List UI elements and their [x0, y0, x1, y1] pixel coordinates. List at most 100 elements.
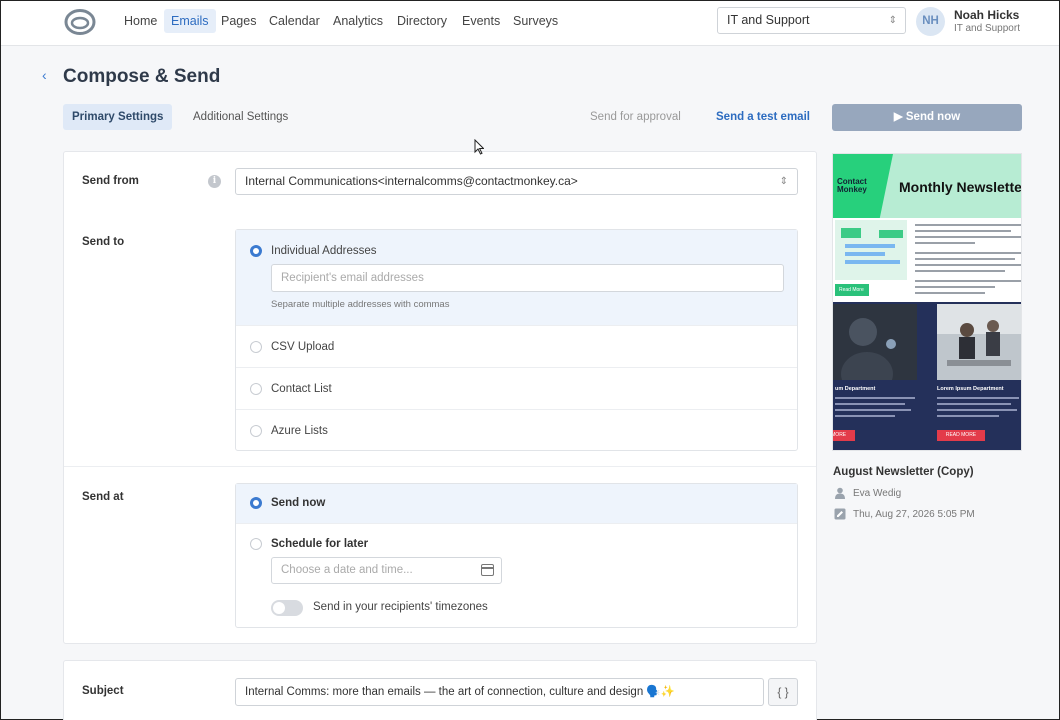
timezone-toggle-label: Send in your recipients' timezones: [313, 601, 488, 613]
preview-text-line: [915, 236, 1021, 238]
divider: [64, 466, 816, 467]
preview-title: Monthly Newsletter: [899, 179, 1022, 195]
option-label: Send now: [271, 497, 326, 509]
preview-text-line: [915, 280, 1021, 282]
chevron-left-icon[interactable]: ‹: [42, 67, 47, 83]
preview-text-line: [915, 230, 1011, 232]
org-select-value: IT and Support: [727, 13, 810, 27]
contactmonkey-logo-icon[interactable]: [64, 9, 96, 35]
recipient-email-input[interactable]: Recipient's email addresses: [271, 264, 784, 292]
preview-text-line: [915, 258, 1015, 260]
radio-schedule-later[interactable]: [250, 538, 262, 550]
nav-pages[interactable]: Pages: [218, 9, 259, 33]
org-select[interactable]: IT and Support ⇕: [717, 7, 906, 34]
preview-header: Contact Monkey Monthly Newsletter: [833, 154, 1022, 218]
send-from-value: Internal Communications<internalcomms@co…: [245, 174, 578, 188]
preview-text-line: [937, 397, 1019, 399]
option-label: Contact List: [271, 383, 332, 395]
nav-events[interactable]: Events: [459, 9, 503, 33]
preview-dept-right: Lorem Ipsum Department: [937, 386, 1004, 392]
insert-variable-button[interactable]: { }: [768, 678, 798, 706]
date-time-input[interactable]: Choose a date and time...: [271, 557, 502, 584]
option-azure-lists[interactable]: Azure Lists: [236, 409, 797, 450]
preview-cta-right: READ MORE: [937, 430, 985, 441]
user-org: IT and Support: [954, 23, 1020, 34]
preview-text-line: [915, 264, 1021, 266]
radio-individual-addresses[interactable]: [250, 245, 262, 257]
send-test-email-link[interactable]: Send a test email: [716, 111, 810, 123]
newsletter-date: Thu, Aug 27, 2026 5:05 PM: [853, 509, 975, 520]
preview-text-line: [915, 292, 985, 294]
tab-primary-settings[interactable]: Primary Settings: [63, 104, 173, 130]
send-for-approval-link[interactable]: Send for approval: [590, 111, 681, 123]
subject-input[interactable]: Internal Comms: more than emails — the a…: [235, 678, 764, 706]
preview-image: [835, 220, 907, 280]
option-label: Schedule for later: [271, 538, 369, 550]
mouse-cursor-icon: [474, 139, 484, 155]
calendar-icon[interactable]: [481, 564, 494, 576]
newsletter-author: Eva Wedig: [853, 488, 902, 499]
send-to-label: Send to: [82, 236, 125, 248]
option-schedule-later[interactable]: Schedule for later Choose a date and tim…: [236, 523, 797, 627]
nav-directory[interactable]: Directory: [394, 9, 450, 33]
page-title: Compose & Send: [63, 66, 221, 87]
email-hint: Separate multiple addresses with commas: [271, 299, 450, 310]
send-now-label: Send now: [905, 111, 961, 123]
nav-calendar[interactable]: Calendar: [266, 9, 323, 33]
option-send-now[interactable]: Send now: [236, 484, 797, 523]
radio-send-now[interactable]: [250, 497, 262, 509]
updown-chevron-icon: ⇕: [888, 15, 897, 26]
nav-home[interactable]: Home: [121, 9, 160, 33]
send-from-select[interactable]: Internal Communications<internalcomms@co…: [235, 168, 798, 195]
preview-dept-left: um Department: [835, 386, 876, 392]
send-to-options: Individual Addresses Recipient's email a…: [235, 229, 798, 451]
preview-photo-left: [833, 304, 917, 380]
radio-contact-list[interactable]: [250, 383, 262, 395]
user-name: Noah Hicks: [954, 8, 1020, 22]
updown-chevron-icon: ⇕: [779, 176, 788, 187]
send-at-label: Send at: [82, 491, 124, 503]
date-time-placeholder: Choose a date and time...: [281, 564, 413, 576]
preview-text-line: [937, 415, 999, 417]
avatar[interactable]: NH: [916, 7, 945, 36]
preview-text-line: [937, 409, 1017, 411]
nav-analytics[interactable]: Analytics: [330, 9, 386, 33]
preview-text-line: [835, 403, 905, 405]
preview-text-line: [937, 403, 1011, 405]
option-label: CSV Upload: [271, 341, 335, 353]
radio-azure-lists[interactable]: [250, 425, 262, 437]
option-csv-upload[interactable]: CSV Upload: [236, 325, 797, 367]
preview-text-line: [915, 270, 1005, 272]
radio-csv-upload[interactable]: [250, 341, 262, 353]
tab-additional-settings[interactable]: Additional Settings: [184, 104, 297, 130]
preview-text-line: [835, 397, 915, 399]
option-label: Individual Addresses: [271, 245, 377, 257]
preview-text-line: [915, 286, 995, 288]
subject-label: Subject: [82, 685, 124, 697]
preview-brand: Contact Monkey: [837, 177, 867, 194]
option-label: Azure Lists: [271, 425, 328, 437]
preview-cta-left: READ MORE: [833, 430, 855, 441]
preview-text-line: [915, 252, 1021, 254]
preview-read-more: Read More: [835, 284, 869, 296]
newsletter-name: August Newsletter (Copy): [833, 466, 974, 478]
timezone-toggle[interactable]: [271, 600, 303, 616]
send-from-label: Send from: [82, 175, 139, 187]
play-icon: ▶: [893, 111, 903, 123]
option-individual-addresses[interactable]: Individual Addresses Recipient's email a…: [236, 230, 797, 325]
edit-calendar-icon: [834, 508, 846, 520]
preview-text-line: [835, 415, 895, 417]
preview-text-line: [835, 409, 911, 411]
top-nav: Home Emails Pages Calendar Analytics Dir…: [1, 1, 1059, 46]
preview-text-line: [915, 242, 975, 244]
preview-text-line: [915, 224, 1021, 226]
newsletter-preview[interactable]: Contact Monkey Monthly Newsletter Read M…: [832, 153, 1022, 451]
nav-emails[interactable]: Emails: [164, 9, 216, 33]
preview-photo-right: [937, 304, 1021, 380]
send-now-button[interactable]: ▶ Send now: [832, 104, 1022, 131]
nav-surveys[interactable]: Surveys: [510, 9, 561, 33]
info-icon[interactable]: i: [208, 175, 221, 188]
user-icon: [835, 487, 845, 499]
option-contact-list[interactable]: Contact List: [236, 367, 797, 409]
send-at-options: Send now Schedule for later Choose a dat…: [235, 483, 798, 628]
